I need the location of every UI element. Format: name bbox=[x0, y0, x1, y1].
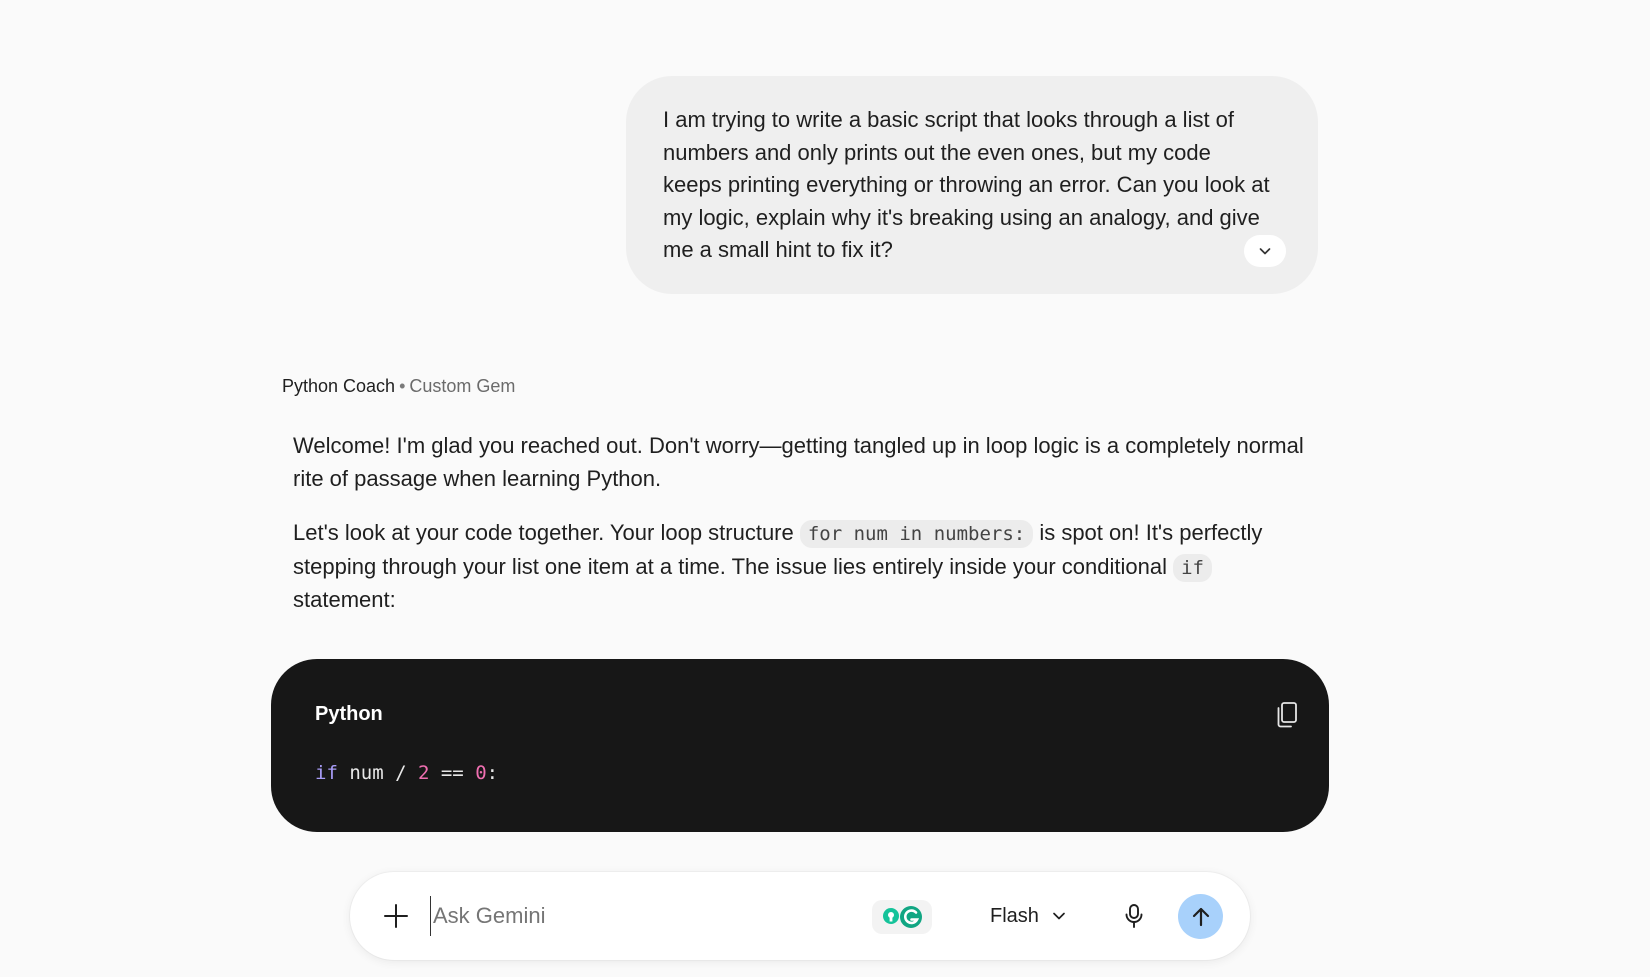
model-selector[interactable]: Flash bbox=[990, 896, 1067, 936]
gem-header: Python Coach • Custom Gem bbox=[282, 373, 515, 399]
microphone-button[interactable] bbox=[1112, 894, 1156, 938]
arrow-up-icon bbox=[1192, 907, 1209, 926]
code-number: 2 bbox=[417, 762, 430, 784]
code-number: 0 bbox=[475, 762, 487, 784]
response-text: statement: bbox=[293, 587, 396, 612]
user-message-text: I am trying to write a basic script that… bbox=[663, 107, 1270, 262]
expand-message-button[interactable] bbox=[1244, 235, 1286, 267]
copy-icon bbox=[1277, 702, 1297, 728]
code-text: : bbox=[486, 762, 499, 784]
code-language-label: Python bbox=[315, 703, 383, 725]
grammarly-extension-button[interactable] bbox=[872, 900, 932, 934]
code-line: if num / 2 == 0: bbox=[315, 762, 498, 784]
add-attachment-button[interactable] bbox=[374, 894, 418, 938]
chevron-down-icon bbox=[1259, 248, 1271, 255]
gem-type: Custom Gem bbox=[409, 376, 516, 396]
model-response: Welcome! I'm glad you reached out. Don't… bbox=[293, 430, 1313, 639]
microphone-icon bbox=[1125, 904, 1143, 928]
gem-name: Python Coach bbox=[282, 376, 396, 396]
model-label: Flash bbox=[990, 904, 1039, 927]
code-text: num / bbox=[337, 762, 418, 784]
code-keyword: if bbox=[315, 762, 338, 784]
response-text: Let's look at your code together. Your l… bbox=[293, 520, 800, 545]
code-block: Python if num / 2 == 0: bbox=[271, 659, 1329, 832]
copy-code-button[interactable] bbox=[1271, 699, 1303, 731]
send-button[interactable] bbox=[1178, 894, 1223, 939]
response-paragraph-1: Welcome! I'm glad you reached out. Don't… bbox=[293, 433, 1304, 491]
user-message-bubble: I am trying to write a basic script that… bbox=[626, 76, 1318, 294]
inline-code-if: if bbox=[1173, 553, 1212, 582]
inline-code-loop: for num in numbers: bbox=[799, 520, 1034, 548]
gem-separator: • bbox=[399, 376, 406, 396]
plus-icon bbox=[384, 904, 408, 928]
code-text: == bbox=[429, 762, 476, 784]
chevron-down-icon bbox=[1053, 912, 1065, 920]
prompt-input-bar: Flash bbox=[350, 872, 1250, 960]
response-paragraph-2: Let's look at your code together. Your l… bbox=[293, 517, 1313, 617]
ask-gemini-input[interactable] bbox=[430, 896, 813, 936]
grammarly-extension-icon bbox=[883, 906, 922, 928]
